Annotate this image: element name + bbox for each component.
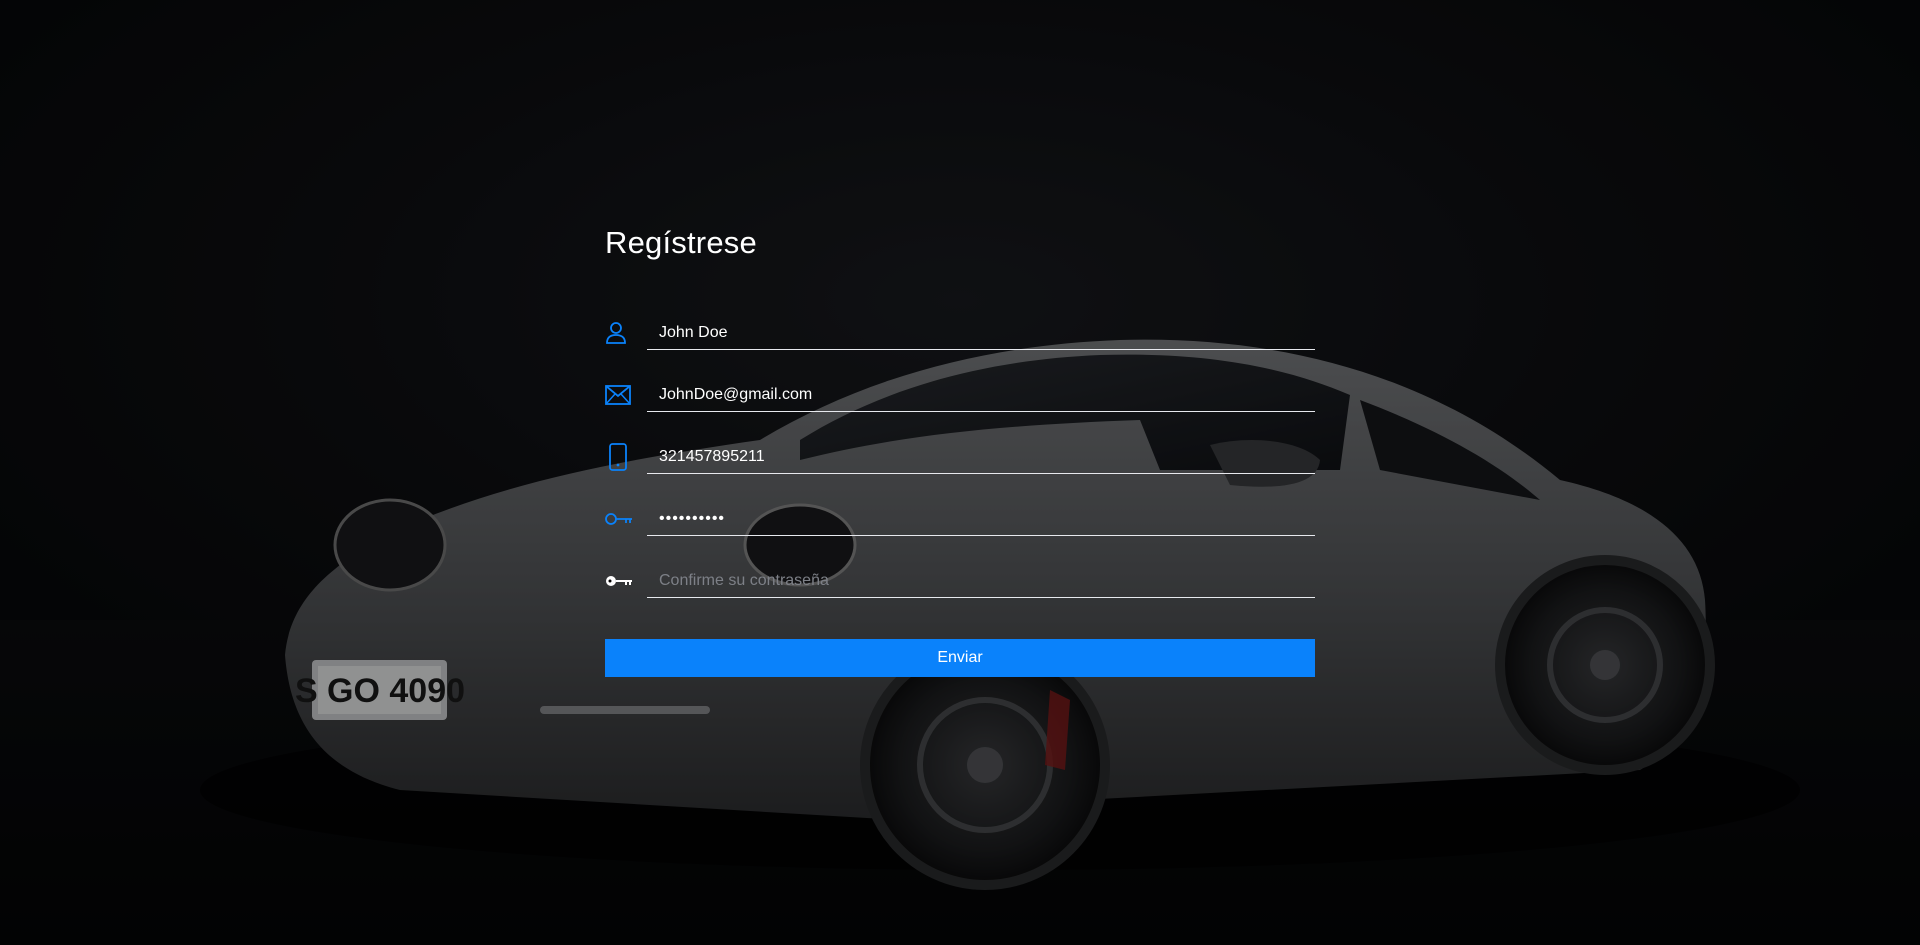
key-outline-icon bbox=[605, 502, 647, 536]
phone-field-row bbox=[605, 412, 1315, 474]
key-solid-icon bbox=[605, 564, 647, 598]
email-field-row bbox=[605, 350, 1315, 412]
registration-form: Regístrese John Doe JohnDoe@gmail.com 32… bbox=[605, 218, 1315, 677]
phone-input[interactable] bbox=[647, 440, 1315, 474]
password-field-row bbox=[605, 474, 1315, 536]
name-field-row bbox=[605, 288, 1315, 350]
page-title: Regístrese bbox=[605, 225, 757, 260]
confirm-password-input[interactable] bbox=[647, 564, 1315, 598]
submit-button[interactable]: Enviar bbox=[605, 639, 1315, 677]
phone-icon bbox=[605, 440, 647, 474]
name-input[interactable] bbox=[647, 316, 1315, 350]
page-background: S GO 4090 Regístrese John Doe JohnDoe@gm… bbox=[0, 0, 1920, 945]
password-input[interactable] bbox=[647, 502, 1315, 536]
envelope-icon bbox=[605, 378, 647, 412]
confirm-password-field-row bbox=[605, 536, 1315, 598]
user-icon bbox=[605, 316, 647, 350]
email-input[interactable] bbox=[647, 378, 1315, 412]
